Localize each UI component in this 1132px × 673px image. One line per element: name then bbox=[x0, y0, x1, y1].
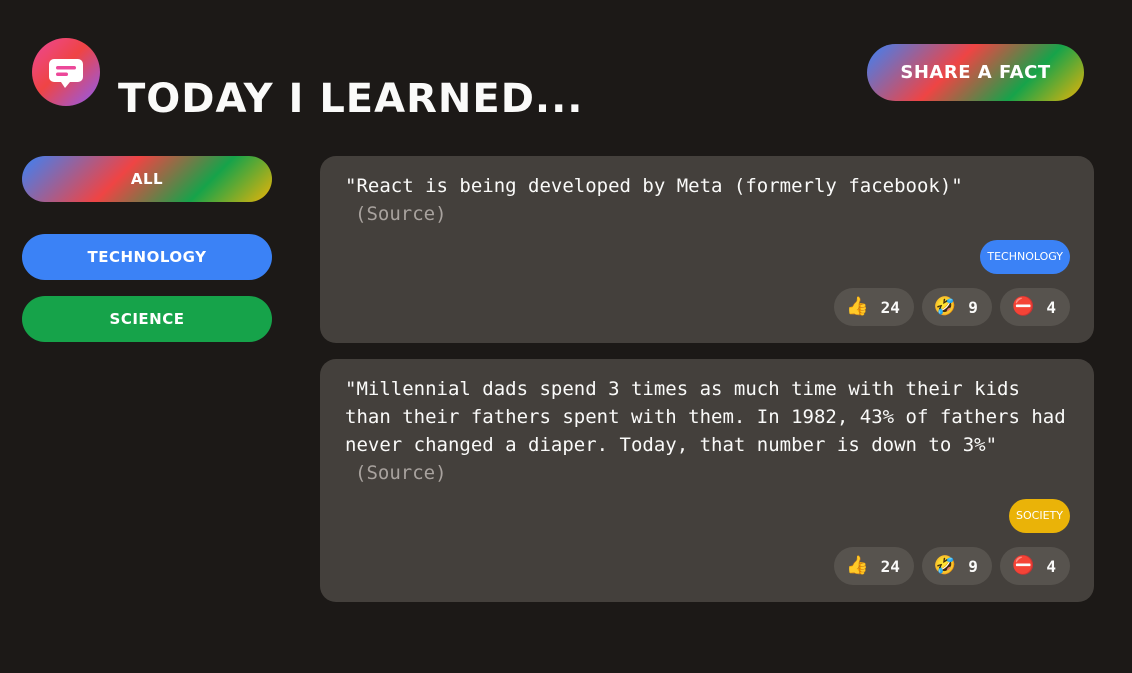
laughing-face-icon: 🤣 bbox=[933, 555, 957, 576]
page-title: Today I Learned... bbox=[118, 75, 584, 122]
fact-card: "Millennial dads spend 3 times as much t… bbox=[320, 359, 1094, 602]
vote-interesting-button[interactable]: 👍 24 bbox=[834, 288, 914, 326]
category-button-science[interactable]: Science bbox=[22, 296, 272, 342]
vote-false-button[interactable]: ⛔ 4 bbox=[999, 288, 1070, 326]
chat-bubble-logo-icon bbox=[32, 38, 100, 106]
share-fact-button[interactable]: Share a fact bbox=[867, 44, 1084, 101]
category-tag: technology bbox=[980, 240, 1070, 274]
vote-count: 24 bbox=[880, 297, 900, 317]
fact-text: "React is being developed by Meta (forme… bbox=[345, 172, 1075, 228]
vote-count: 24 bbox=[880, 556, 900, 576]
fact-card: "React is being developed by Meta (forme… bbox=[320, 156, 1094, 343]
vote-count: 9 bbox=[968, 556, 978, 576]
vote-false-button[interactable]: ⛔ 4 bbox=[999, 547, 1070, 585]
category-button-all[interactable]: All bbox=[22, 156, 272, 202]
no-entry-icon: ⛔ bbox=[1011, 555, 1035, 576]
vote-count: 4 bbox=[1046, 556, 1056, 576]
thumbs-up-icon: 👍 bbox=[846, 296, 869, 317]
vote-mindblowing-button[interactable]: 🤣 9 bbox=[921, 288, 992, 326]
fact-text: "Millennial dads spend 3 times as much t… bbox=[345, 375, 1075, 487]
category-tag: society bbox=[1009, 499, 1070, 533]
vote-buttons: 👍 24 🤣 9 ⛔ 4 bbox=[834, 547, 1070, 585]
vote-count: 4 bbox=[1046, 297, 1056, 317]
vote-mindblowing-button[interactable]: 🤣 9 bbox=[921, 547, 992, 585]
vote-interesting-button[interactable]: 👍 24 bbox=[834, 547, 914, 585]
category-button-technology[interactable]: Technology bbox=[22, 234, 272, 280]
fact-text-body: "React is being developed by Meta (forme… bbox=[345, 175, 963, 197]
source-link[interactable]: (Source) bbox=[355, 459, 1075, 487]
header: Today I Learned... Share a fact bbox=[32, 38, 1084, 122]
fact-text-body: "Millennial dads spend 3 times as much t… bbox=[345, 378, 1066, 456]
source-link[interactable]: (Source) bbox=[355, 200, 1075, 228]
laughing-face-icon: 🤣 bbox=[933, 296, 957, 317]
thumbs-up-icon: 👍 bbox=[846, 555, 869, 576]
vote-buttons: 👍 24 🤣 9 ⛔ 4 bbox=[834, 288, 1070, 326]
no-entry-icon: ⛔ bbox=[1011, 296, 1035, 317]
vote-count: 9 bbox=[968, 297, 978, 317]
